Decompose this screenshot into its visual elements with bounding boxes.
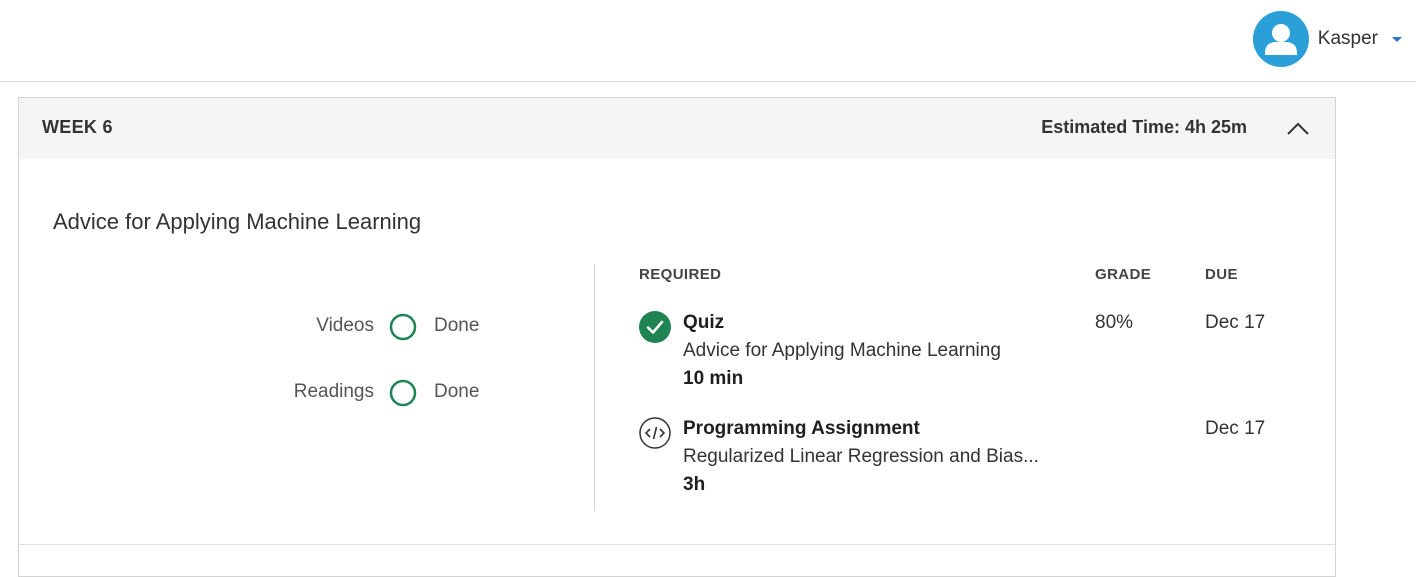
check-circle-icon bbox=[639, 311, 671, 343]
progress-videos-status: Done bbox=[434, 315, 480, 336]
top-bar: Kasper bbox=[0, 0, 1416, 82]
item-title[interactable]: Quiz bbox=[683, 312, 724, 334]
progress-videos-label: Videos bbox=[316, 315, 374, 336]
module-title[interactable]: Advice for Applying Machine Learning bbox=[53, 209, 421, 235]
item-duration: 3h bbox=[683, 474, 706, 495]
week-label: WEEK 6 bbox=[42, 117, 113, 137]
code-icon bbox=[639, 417, 671, 449]
item-subtitle[interactable]: Regularized Linear Regression and Bias..… bbox=[683, 446, 1039, 468]
item-duration: 10 min bbox=[683, 368, 744, 389]
user-menu[interactable]: Kasper bbox=[1252, 11, 1402, 67]
item-title[interactable]: Programming Assignment bbox=[683, 418, 920, 440]
item-due: Dec 17 bbox=[1205, 312, 1266, 333]
week-card: WEEK 6 Estimated Time: 4h 25m Advice for… bbox=[18, 97, 1336, 577]
caret-down-icon[interactable] bbox=[1392, 36, 1402, 42]
estimated-time: Estimated Time: 4h 25m bbox=[1041, 117, 1247, 137]
circle-outline-icon bbox=[389, 313, 417, 341]
progress-readings-status: Done bbox=[434, 381, 480, 402]
column-due: DUE bbox=[1205, 266, 1238, 283]
progress-readings: Readings Done bbox=[19, 378, 482, 408]
progress-videos: Videos Done bbox=[19, 312, 482, 342]
user-avatar-icon[interactable] bbox=[1252, 11, 1309, 67]
divider bbox=[594, 264, 595, 511]
progress-readings-label: Readings bbox=[293, 381, 374, 402]
column-required: REQUIRED bbox=[639, 266, 722, 283]
item-grade: 80% bbox=[1095, 312, 1134, 333]
week-header[interactable]: WEEK 6 Estimated Time: 4h 25m bbox=[19, 98, 1335, 159]
user-name[interactable]: Kasper bbox=[1318, 28, 1378, 50]
card-footer-divider bbox=[19, 544, 1335, 545]
chevron-up-icon[interactable] bbox=[1285, 116, 1311, 142]
item-subtitle[interactable]: Advice for Applying Machine Learning bbox=[683, 340, 1001, 362]
item-due: Dec 17 bbox=[1205, 418, 1266, 439]
circle-outline-icon bbox=[389, 379, 417, 407]
column-grade: GRADE bbox=[1095, 266, 1152, 283]
